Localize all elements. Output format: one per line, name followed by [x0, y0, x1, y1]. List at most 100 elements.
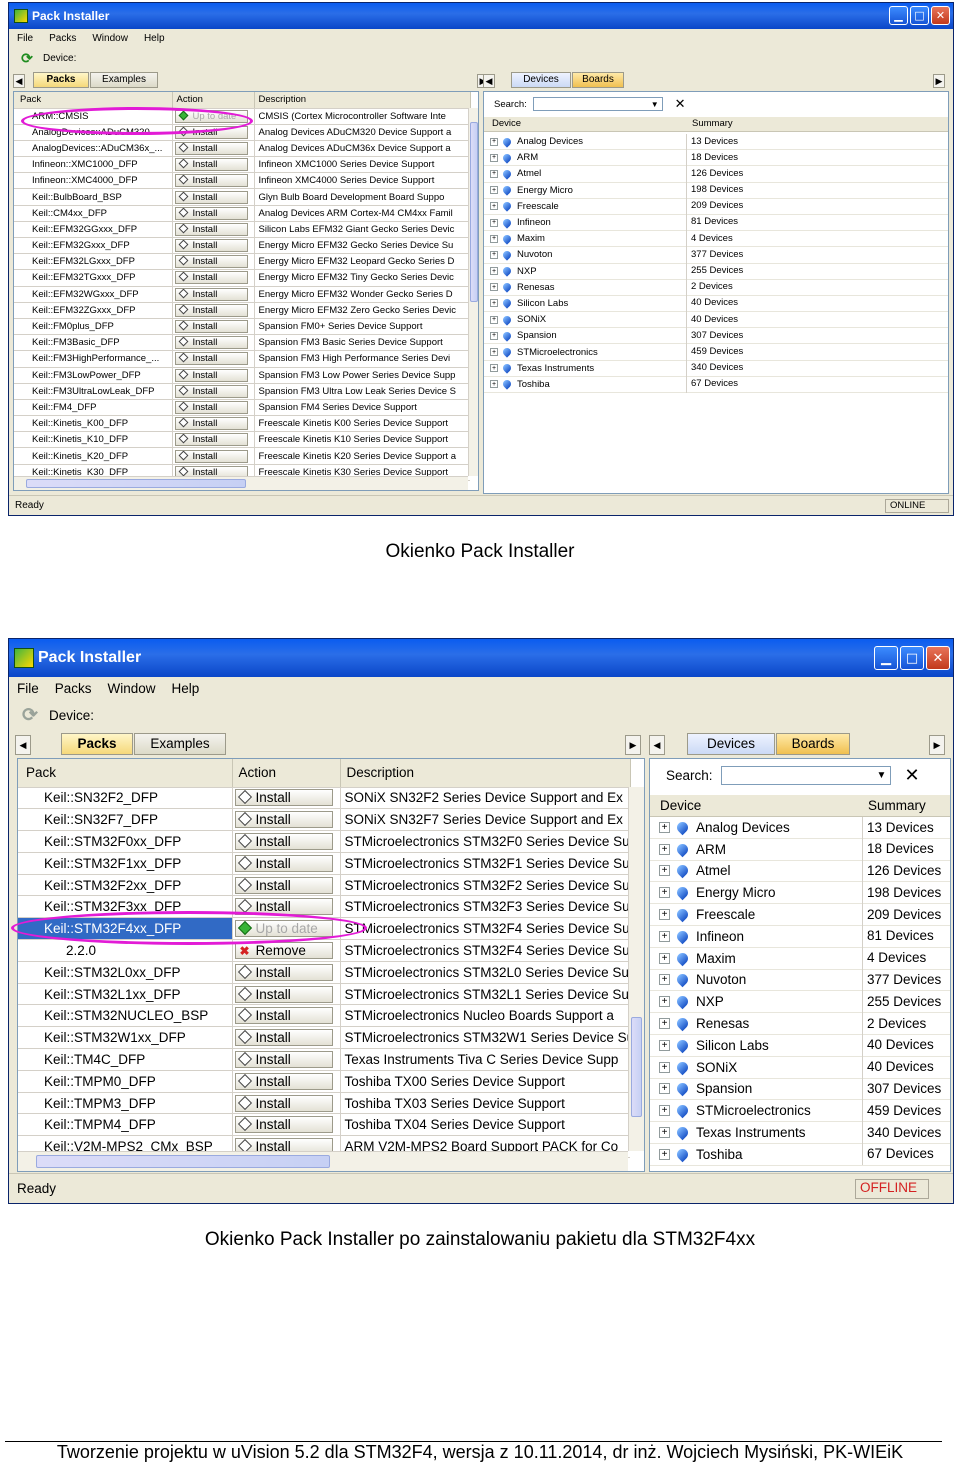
tree-item[interactable]: + Texas Instruments 340 Devices [484, 360, 948, 377]
table-row[interactable]: Keil::FM3HighPerformance_... Install Spans… [14, 350, 470, 368]
table-row[interactable]: AnalogDevices::ADuCM36x_... Install Analog… [14, 140, 470, 158]
menu-help[interactable]: Help [136, 33, 173, 44]
close-button[interactable]: ✕ [926, 646, 950, 670]
table-row[interactable]: Infineon::XMC4000_DFP Install Infineon XMC… [14, 172, 470, 190]
expand-icon[interactable]: + [490, 364, 498, 373]
table-row[interactable]: Keil::EFM32LGxxx_DFP Install Energy Micro … [14, 253, 470, 271]
table-row[interactable]: Keil::TM4C_DFP Install Texas Instruments T… [18, 1048, 630, 1071]
expand-icon[interactable]: + [659, 1039, 670, 1051]
table-row[interactable]: Keil::STM32NUCLEO_BSP Install STMicroelect… [18, 1004, 630, 1028]
scrollbar-thumb[interactable] [470, 122, 478, 302]
action-button[interactable]: Install [174, 190, 249, 204]
action-button[interactable]: Up to date [174, 109, 249, 123]
tree-item[interactable]: + Atmel 126 Devices [650, 860, 950, 883]
expand-icon[interactable]: + [659, 974, 670, 986]
action-button[interactable]: Install [234, 898, 334, 916]
table-row[interactable]: Keil::STM32F2xx_DFP Install STMicroelectro… [18, 874, 630, 897]
tree-item[interactable]: + SONiX 40 Devices [484, 311, 948, 329]
column-header-description[interactable]: Description [254, 92, 471, 109]
action-button[interactable]: ✖ Remove [234, 941, 334, 959]
action-button[interactable]: Install [174, 368, 249, 382]
tree-item[interactable]: + ARM 18 Devices [484, 149, 948, 167]
scrollbar-thumb[interactable] [26, 479, 246, 488]
tree-item[interactable]: + Freescale 209 Devices [484, 198, 948, 215]
table-row[interactable]: Keil::TMPM3_DFP Install Toshiba TX03 Serie… [18, 1092, 630, 1115]
table-row[interactable]: Keil::STM32F1xx_DFP Install STMicroelectro… [18, 852, 630, 875]
search-input[interactable] [532, 97, 663, 111]
tree-item[interactable]: + Texas Instruments 340 Devices [650, 1121, 950, 1144]
expand-icon[interactable]: + [659, 930, 670, 942]
action-button[interactable]: Up to date [234, 920, 334, 938]
expand-icon[interactable]: + [659, 1127, 670, 1139]
tree-item[interactable]: + Toshiba 67 Devices [484, 376, 948, 393]
tree-item[interactable]: + Analog Devices 13 Devices [484, 133, 948, 151]
tab-scroll-right-button[interactable]: ▶ [625, 735, 641, 755]
action-button[interactable]: Install [174, 384, 249, 398]
table-row[interactable]: Keil::EFM32TGxxx_DFP Install Energy Micro … [14, 269, 470, 287]
tree-item[interactable]: + NXP 255 Devices [650, 990, 950, 1014]
action-button[interactable]: Install [174, 400, 249, 414]
expand-icon[interactable]: + [490, 250, 498, 259]
tab-scroll-left-button[interactable]: ◀ [649, 735, 665, 755]
action-button[interactable]: Install [174, 239, 249, 253]
tree-item[interactable]: + Nuvoton 377 Devices [650, 969, 950, 992]
action-button[interactable]: Install [234, 1007, 334, 1025]
table-row[interactable]: Keil::TMPM0_DFP Install Toshiba TX00 Serie… [18, 1070, 630, 1093]
tab-scroll-left-button[interactable]: ◀ [13, 74, 25, 88]
tree-item[interactable]: + Energy Micro 198 Devices [650, 881, 950, 905]
packs-vertical-scrollbar[interactable] [628, 787, 644, 1151]
tree-item[interactable]: + Spansion 307 Devices [484, 327, 948, 345]
scrollbar-thumb[interactable] [631, 1017, 642, 1117]
column-header-description[interactable]: Description [340, 759, 631, 788]
expand-icon[interactable]: + [659, 996, 670, 1008]
scrollbar-thumb[interactable] [36, 1155, 330, 1168]
action-button[interactable]: Install [174, 433, 249, 447]
table-row[interactable]: Keil::EFM32GGxxx_DFP Install Silicon Labs … [14, 221, 470, 239]
menu-file[interactable]: File [9, 681, 47, 696]
expand-icon[interactable]: + [490, 137, 498, 146]
column-header-device[interactable]: Device [660, 798, 701, 813]
table-row[interactable]: Keil::FM3UltraLowLeak_DFP Install Spansion… [14, 383, 470, 400]
tree-item[interactable]: + STMicroelectronics 459 Devices [650, 1099, 950, 1123]
tab-examples[interactable]: Examples [134, 733, 226, 755]
tab-examples[interactable]: Examples [90, 72, 158, 88]
table-row[interactable]: Keil::EFM32WGxxx_DFP Install Energy Micro … [14, 286, 470, 303]
minimize-button[interactable]: ▁ [874, 646, 898, 670]
action-button[interactable]: Install [174, 303, 249, 317]
table-row[interactable]: ARM::CMSIS Up to date CMSIS (Cortex Microc… [14, 108, 470, 125]
table-row[interactable]: Keil::Kinetis_K20_DFP Install Freescale Ki… [14, 447, 470, 465]
expand-icon[interactable]: + [490, 315, 498, 324]
expand-icon[interactable]: + [659, 887, 670, 899]
action-button[interactable]: Install [174, 158, 249, 172]
table-row[interactable]: Keil::STM32W1xx_DFP Install STMicroelectro… [18, 1026, 630, 1050]
action-button[interactable]: Install [174, 417, 249, 431]
action-button[interactable]: Install [234, 811, 334, 829]
tree-item[interactable]: + STMicroelectronics 459 Devices [484, 343, 948, 361]
tree-item[interactable]: + Renesas 2 Devices [650, 1012, 950, 1035]
table-row[interactable]: Keil::STM32F3xx_DFP Install STMicroelectro… [18, 895, 630, 919]
search-input[interactable] [720, 766, 891, 785]
table-row[interactable]: Keil::SN32F7_DFP Install SONiX SN32F7 Seri… [18, 808, 630, 832]
action-button[interactable]: Install [174, 449, 249, 463]
tree-item[interactable]: + Energy Micro 198 Devices [484, 182, 948, 199]
tab-devices[interactable]: Devices [687, 733, 775, 755]
action-button[interactable]: Install [174, 255, 249, 269]
action-button[interactable]: Install [174, 287, 249, 301]
table-row[interactable]: Keil::TMPM4_DFP Install Toshiba TX04 Serie… [18, 1113, 630, 1137]
chevron-down-icon[interactable]: ▼ [877, 770, 887, 781]
column-header-action[interactable]: Action [232, 759, 341, 788]
column-header-action[interactable]: Action [172, 92, 255, 109]
tab-scroll-left-button[interactable]: ◀ [15, 735, 31, 755]
action-button[interactable]: Install [174, 174, 249, 188]
menu-packs[interactable]: Packs [47, 681, 100, 696]
action-button[interactable]: Install [174, 222, 249, 236]
expand-icon[interactable]: + [490, 202, 498, 211]
action-button[interactable]: Install [174, 125, 249, 139]
tree-item[interactable]: + Nuvoton 377 Devices [484, 246, 948, 264]
expand-icon[interactable]: + [490, 348, 498, 357]
tree-item[interactable]: + Infineon 81 Devices [650, 925, 950, 948]
action-button[interactable]: Install [234, 1094, 334, 1112]
expand-icon[interactable]: + [659, 821, 670, 833]
expand-icon[interactable]: + [659, 843, 670, 855]
expand-icon[interactable]: + [490, 283, 498, 292]
